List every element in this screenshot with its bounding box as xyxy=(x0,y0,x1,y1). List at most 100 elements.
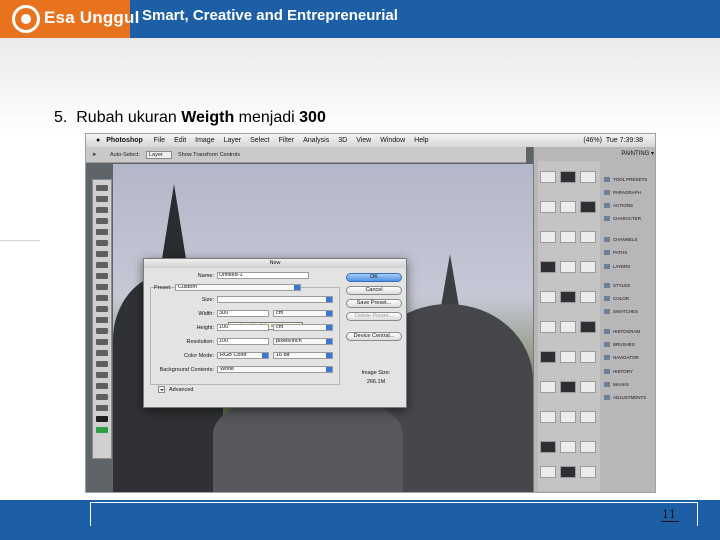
delete-preset-button[interactable]: Delete Preset... xyxy=(346,312,402,321)
preset-thumb[interactable] xyxy=(580,231,596,243)
panel-adjustments[interactable]: ADJUSTMENTS xyxy=(604,395,646,400)
menu-3d[interactable]: 3D xyxy=(338,137,347,144)
marquee-tool-icon[interactable] xyxy=(96,196,108,202)
preset-thumb[interactable] xyxy=(580,291,596,303)
preset-thumb[interactable] xyxy=(540,291,556,303)
gradient-tool-icon[interactable] xyxy=(96,306,108,312)
preset-thumb[interactable] xyxy=(560,381,576,393)
menu-help[interactable]: Help xyxy=(414,137,428,144)
panel-masks[interactable]: MASKS xyxy=(604,382,629,387)
menu-file[interactable]: File xyxy=(154,137,165,144)
background-contents-select[interactable]: White xyxy=(217,366,333,373)
auto-select-target[interactable]: Layer xyxy=(146,151,172,159)
brush-tool-icon[interactable] xyxy=(96,262,108,268)
apple-icon[interactable]: ● xyxy=(96,137,100,144)
path-select-tool-icon[interactable] xyxy=(96,361,108,367)
preset-thumb[interactable] xyxy=(560,261,576,273)
preset-thumb[interactable] xyxy=(540,381,556,393)
preset-thumb[interactable] xyxy=(560,466,576,478)
advanced-toggle-icon[interactable] xyxy=(158,386,165,393)
preset-select[interactable]: Custom xyxy=(175,284,301,291)
auto-select-checkbox[interactable]: Auto-Select: xyxy=(110,152,140,158)
preset-thumb[interactable] xyxy=(560,171,576,183)
save-preset-button[interactable]: Save Preset... xyxy=(346,299,402,308)
preset-thumb[interactable] xyxy=(560,351,576,363)
preset-thumb[interactable] xyxy=(540,231,556,243)
preset-thumb[interactable] xyxy=(560,441,576,453)
type-tool-icon[interactable] xyxy=(96,350,108,356)
preset-thumb[interactable] xyxy=(560,411,576,423)
preset-thumb[interactable] xyxy=(540,171,556,183)
lasso-tool-icon[interactable] xyxy=(96,207,108,213)
preset-thumb[interactable] xyxy=(580,351,596,363)
menu-layer[interactable]: Layer xyxy=(224,137,242,144)
height-field[interactable]: 100 xyxy=(217,324,269,331)
panel-histogram[interactable]: HISTOGRAM xyxy=(604,329,640,334)
blur-tool-icon[interactable] xyxy=(96,317,108,323)
preset-thumb[interactable] xyxy=(540,261,556,273)
menu-edit[interactable]: Edit xyxy=(174,137,186,144)
advanced-label[interactable]: Advanced xyxy=(169,387,193,393)
foreground-color-swatch[interactable] xyxy=(96,416,108,422)
preset-thumb[interactable] xyxy=(580,441,596,453)
3d-tool-icon[interactable] xyxy=(96,383,108,389)
preset-thumb[interactable] xyxy=(580,466,596,478)
dodge-tool-icon[interactable] xyxy=(96,328,108,334)
cancel-button[interactable]: Cancel xyxy=(346,286,402,295)
hand-tool-icon[interactable] xyxy=(96,394,108,400)
panel-color[interactable]: COLOR xyxy=(604,296,629,301)
bit-depth-select[interactable]: 16 bit xyxy=(273,352,333,359)
move-tool-icon[interactable]: ➤ xyxy=(92,152,97,158)
menu-view[interactable]: View xyxy=(356,137,371,144)
panel-layers[interactable]: LAYERS xyxy=(604,264,630,269)
menu-select[interactable]: Select xyxy=(250,137,269,144)
resolution-unit-select[interactable]: pixels/inch xyxy=(273,338,333,345)
height-unit-select[interactable]: cm xyxy=(273,324,333,331)
panel-styles[interactable]: STYLES xyxy=(604,283,630,288)
move-tool-icon[interactable] xyxy=(96,185,108,191)
pen-tool-icon[interactable] xyxy=(96,339,108,345)
preset-thumb[interactable] xyxy=(560,231,576,243)
preset-thumb[interactable] xyxy=(560,201,576,213)
menu-filter[interactable]: Filter xyxy=(279,137,295,144)
preset-thumb[interactable] xyxy=(560,321,576,333)
magic-wand-tool-icon[interactable] xyxy=(96,218,108,224)
panel-channels[interactable]: CHANNELS xyxy=(604,237,638,242)
ok-button[interactable]: OK xyxy=(346,273,402,282)
device-central-button[interactable]: Device Central... xyxy=(346,332,402,341)
preset-thumb[interactable] xyxy=(540,321,556,333)
preset-thumb[interactable] xyxy=(540,201,556,213)
preset-thumb[interactable] xyxy=(560,291,576,303)
eyedropper-tool-icon[interactable] xyxy=(96,240,108,246)
panel-swatches[interactable]: SWATCHES xyxy=(604,309,638,314)
show-transform-checkbox[interactable]: Show Transform Controls xyxy=(178,152,240,158)
panel-character[interactable]: CHARACTER xyxy=(604,216,641,221)
shape-tool-icon[interactable] xyxy=(96,372,108,378)
width-field[interactable]: 300 xyxy=(217,310,269,317)
preset-thumb[interactable] xyxy=(580,321,596,333)
preset-thumb[interactable] xyxy=(580,261,596,273)
panel-tool-presets[interactable]: TOOL PRESETS xyxy=(604,177,647,182)
panel-actions[interactable]: ACTIONS xyxy=(604,203,633,208)
preset-thumb[interactable] xyxy=(540,351,556,363)
panel-paragraph[interactable]: PARAGRAPH xyxy=(604,190,641,195)
size-select[interactable] xyxy=(217,296,333,303)
eraser-tool-icon[interactable] xyxy=(96,295,108,301)
crop-tool-icon[interactable] xyxy=(96,229,108,235)
panel-history[interactable]: HISTORY xyxy=(604,369,633,374)
history-brush-tool-icon[interactable] xyxy=(96,284,108,290)
menu-app[interactable]: Photoshop xyxy=(106,137,143,144)
preset-thumb[interactable] xyxy=(540,466,556,478)
width-unit-select[interactable]: cm xyxy=(273,310,333,317)
stamp-tool-icon[interactable] xyxy=(96,273,108,279)
color-mode-select[interactable]: RGB Color xyxy=(217,352,269,359)
preset-thumb[interactable] xyxy=(580,171,596,183)
preset-thumb[interactable] xyxy=(540,441,556,453)
preset-thumb[interactable] xyxy=(580,381,596,393)
menu-window[interactable]: Window xyxy=(380,137,405,144)
preset-thumb[interactable] xyxy=(580,411,596,423)
zoom-tool-icon[interactable] xyxy=(96,405,108,411)
panel-navigator[interactable]: NAVIGATOR xyxy=(604,355,639,360)
panel-paths[interactable]: PATHS xyxy=(604,250,627,255)
healing-tool-icon[interactable] xyxy=(96,251,108,257)
